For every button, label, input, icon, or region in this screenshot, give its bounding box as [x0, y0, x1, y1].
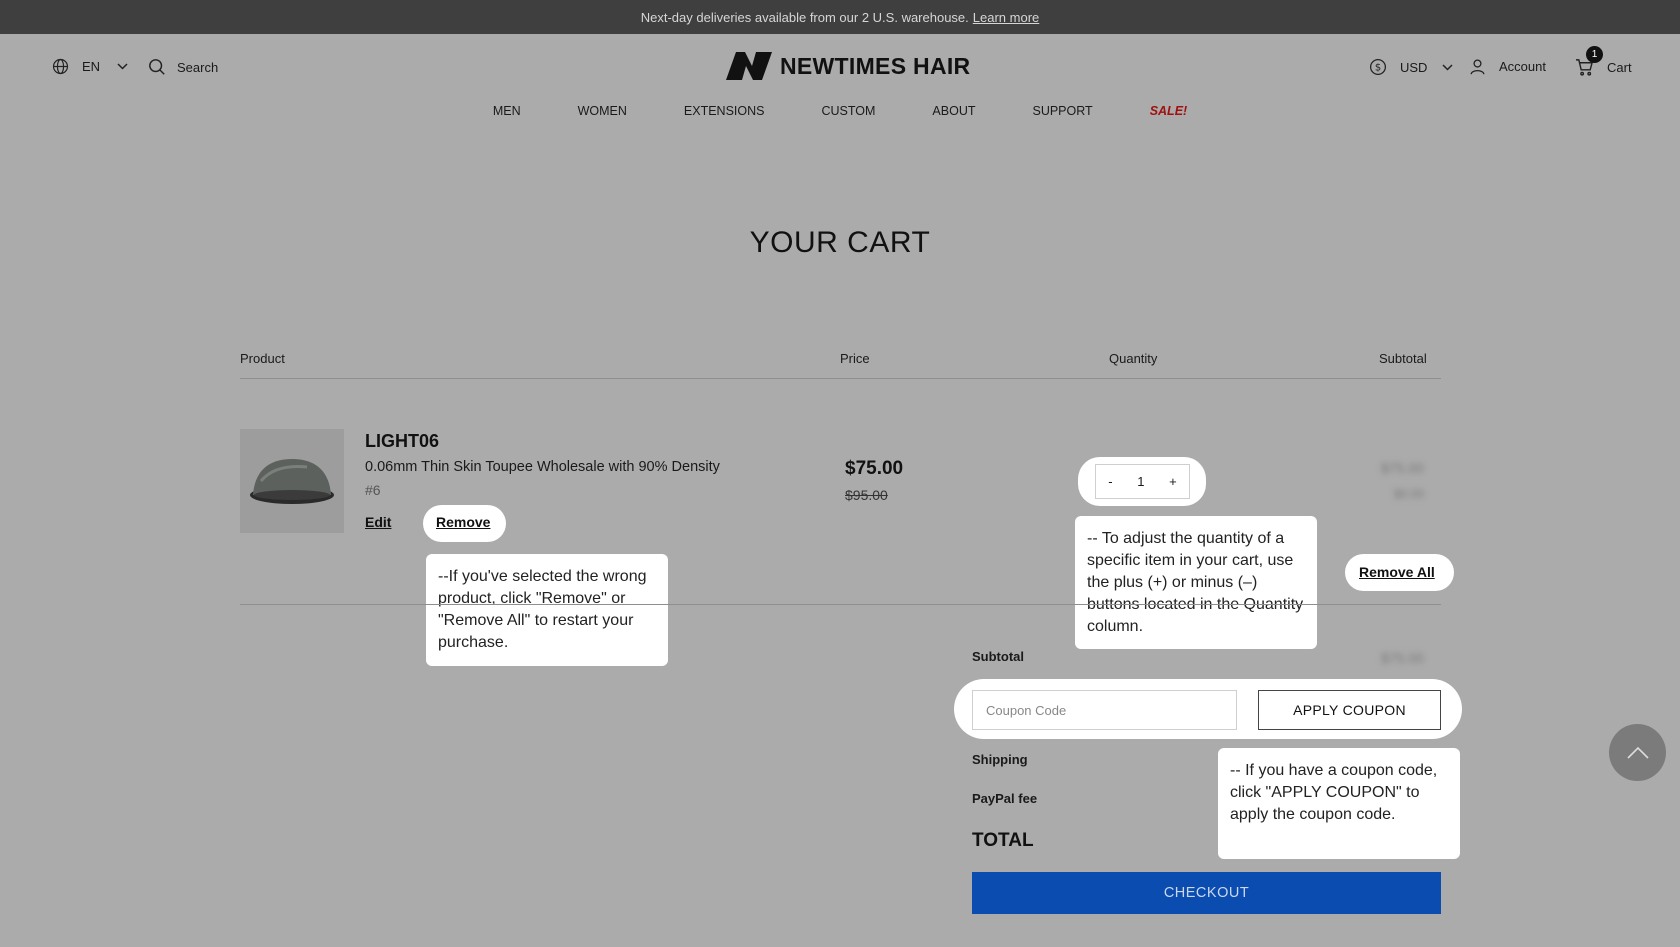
coupon-tooltip: -- If you have a coupon code, click "APP…: [1218, 748, 1460, 859]
chevron-down-icon: [1442, 63, 1453, 71]
nav-custom[interactable]: CUSTOM: [821, 101, 875, 121]
quantity-tooltip: -- To adjust the quantity of a specific …: [1075, 516, 1317, 649]
nav-about[interactable]: ABOUT: [932, 101, 975, 121]
quantity-value[interactable]: 1: [1137, 474, 1144, 489]
remove-item-link[interactable]: Remove: [436, 514, 490, 530]
logo-mark-icon: [726, 52, 772, 80]
item-divider: [240, 604, 1441, 605]
cart-count-badge: 1: [1586, 46, 1603, 63]
cart-button[interactable]: 1 Cart: [1575, 46, 1632, 76]
account-button[interactable]: Account: [1469, 58, 1546, 75]
user-icon: [1469, 58, 1486, 75]
remove-tooltip: --If you've selected the wrong product, …: [426, 554, 668, 666]
shipping-label: Shipping: [972, 752, 1028, 767]
cart-label: Cart: [1607, 59, 1632, 75]
nav-sale[interactable]: SALE!: [1150, 101, 1188, 121]
header-divider: [240, 378, 1441, 379]
product-thumbnail[interactable]: [240, 429, 344, 533]
currency-selector[interactable]: $ USD: [1369, 58, 1453, 76]
item-price: $75.00: [845, 458, 904, 479]
subtotal-label: Subtotal: [972, 649, 1024, 664]
announcement-bar: Next-day deliveries available from our 2…: [0, 0, 1680, 34]
language-selector[interactable]: EN: [52, 58, 128, 75]
column-header-product: Product: [240, 351, 285, 366]
chevron-down-icon: [117, 63, 128, 70]
search-label: Search: [177, 59, 219, 75]
back-to-top-button[interactable]: [1609, 724, 1666, 781]
hairpiece-image: [250, 459, 334, 504]
main-nav: MEN WOMEN EXTENSIONS CUSTOM ABOUT SUPPOR…: [0, 101, 1680, 121]
product-name[interactable]: LIGHT06: [365, 431, 439, 452]
brand-logo[interactable]: NEWTIMES HAIR: [726, 52, 970, 80]
quantity-minus-button[interactable]: -: [1108, 474, 1112, 489]
cart-icon: 1: [1575, 46, 1603, 76]
quantity-stepper: - 1 +: [1095, 464, 1190, 499]
nav-women[interactable]: WOMEN: [578, 101, 627, 121]
announcement-text: Next-day deliveries available from our 2…: [640, 9, 969, 25]
account-label: Account: [1499, 59, 1546, 74]
chevron-up-icon: [1626, 746, 1649, 759]
item-subtotal-secondary: $0.00: [1394, 487, 1425, 501]
item-original-price: $95.00: [845, 487, 888, 503]
search-icon: [148, 58, 166, 76]
subtotal-value: $75.00: [1381, 650, 1424, 666]
product-description: 0.06mm Thin Skin Toupee Wholesale with 9…: [365, 459, 720, 475]
page-title: YOUR CART: [749, 226, 931, 259]
coupon-code-input[interactable]: [972, 690, 1237, 730]
search-button[interactable]: Search: [148, 58, 218, 76]
dollar-circle-icon: $: [1369, 58, 1387, 76]
item-subtotal: $75.00: [1381, 460, 1424, 476]
column-header-price: Price: [840, 351, 870, 366]
column-header-subtotal: Subtotal: [1379, 351, 1427, 366]
nav-support[interactable]: SUPPORT: [1032, 101, 1092, 121]
currency-label: USD: [1400, 59, 1428, 75]
brand-name: NEWTIMES HAIR: [780, 52, 971, 79]
quantity-plus-button[interactable]: +: [1169, 474, 1177, 489]
learn-more-link[interactable]: Learn more: [973, 10, 1039, 25]
language-label: EN: [82, 59, 101, 74]
edit-item-link[interactable]: Edit: [365, 514, 391, 530]
nav-men[interactable]: MEN: [493, 101, 521, 121]
svg-text:$: $: [1375, 63, 1381, 74]
column-header-quantity: Quantity: [1109, 351, 1158, 366]
total-label: TOTAL: [972, 830, 1034, 851]
globe-icon: [52, 58, 69, 75]
apply-coupon-button[interactable]: APPLY COUPON: [1258, 690, 1441, 730]
checkout-button[interactable]: CHECKOUT: [972, 872, 1441, 914]
product-variant: #6: [365, 482, 381, 498]
remove-all-link[interactable]: Remove All: [1359, 564, 1435, 580]
paypal-fee-label: PayPal fee: [972, 791, 1038, 806]
nav-extensions[interactable]: EXTENSIONS: [684, 101, 765, 121]
